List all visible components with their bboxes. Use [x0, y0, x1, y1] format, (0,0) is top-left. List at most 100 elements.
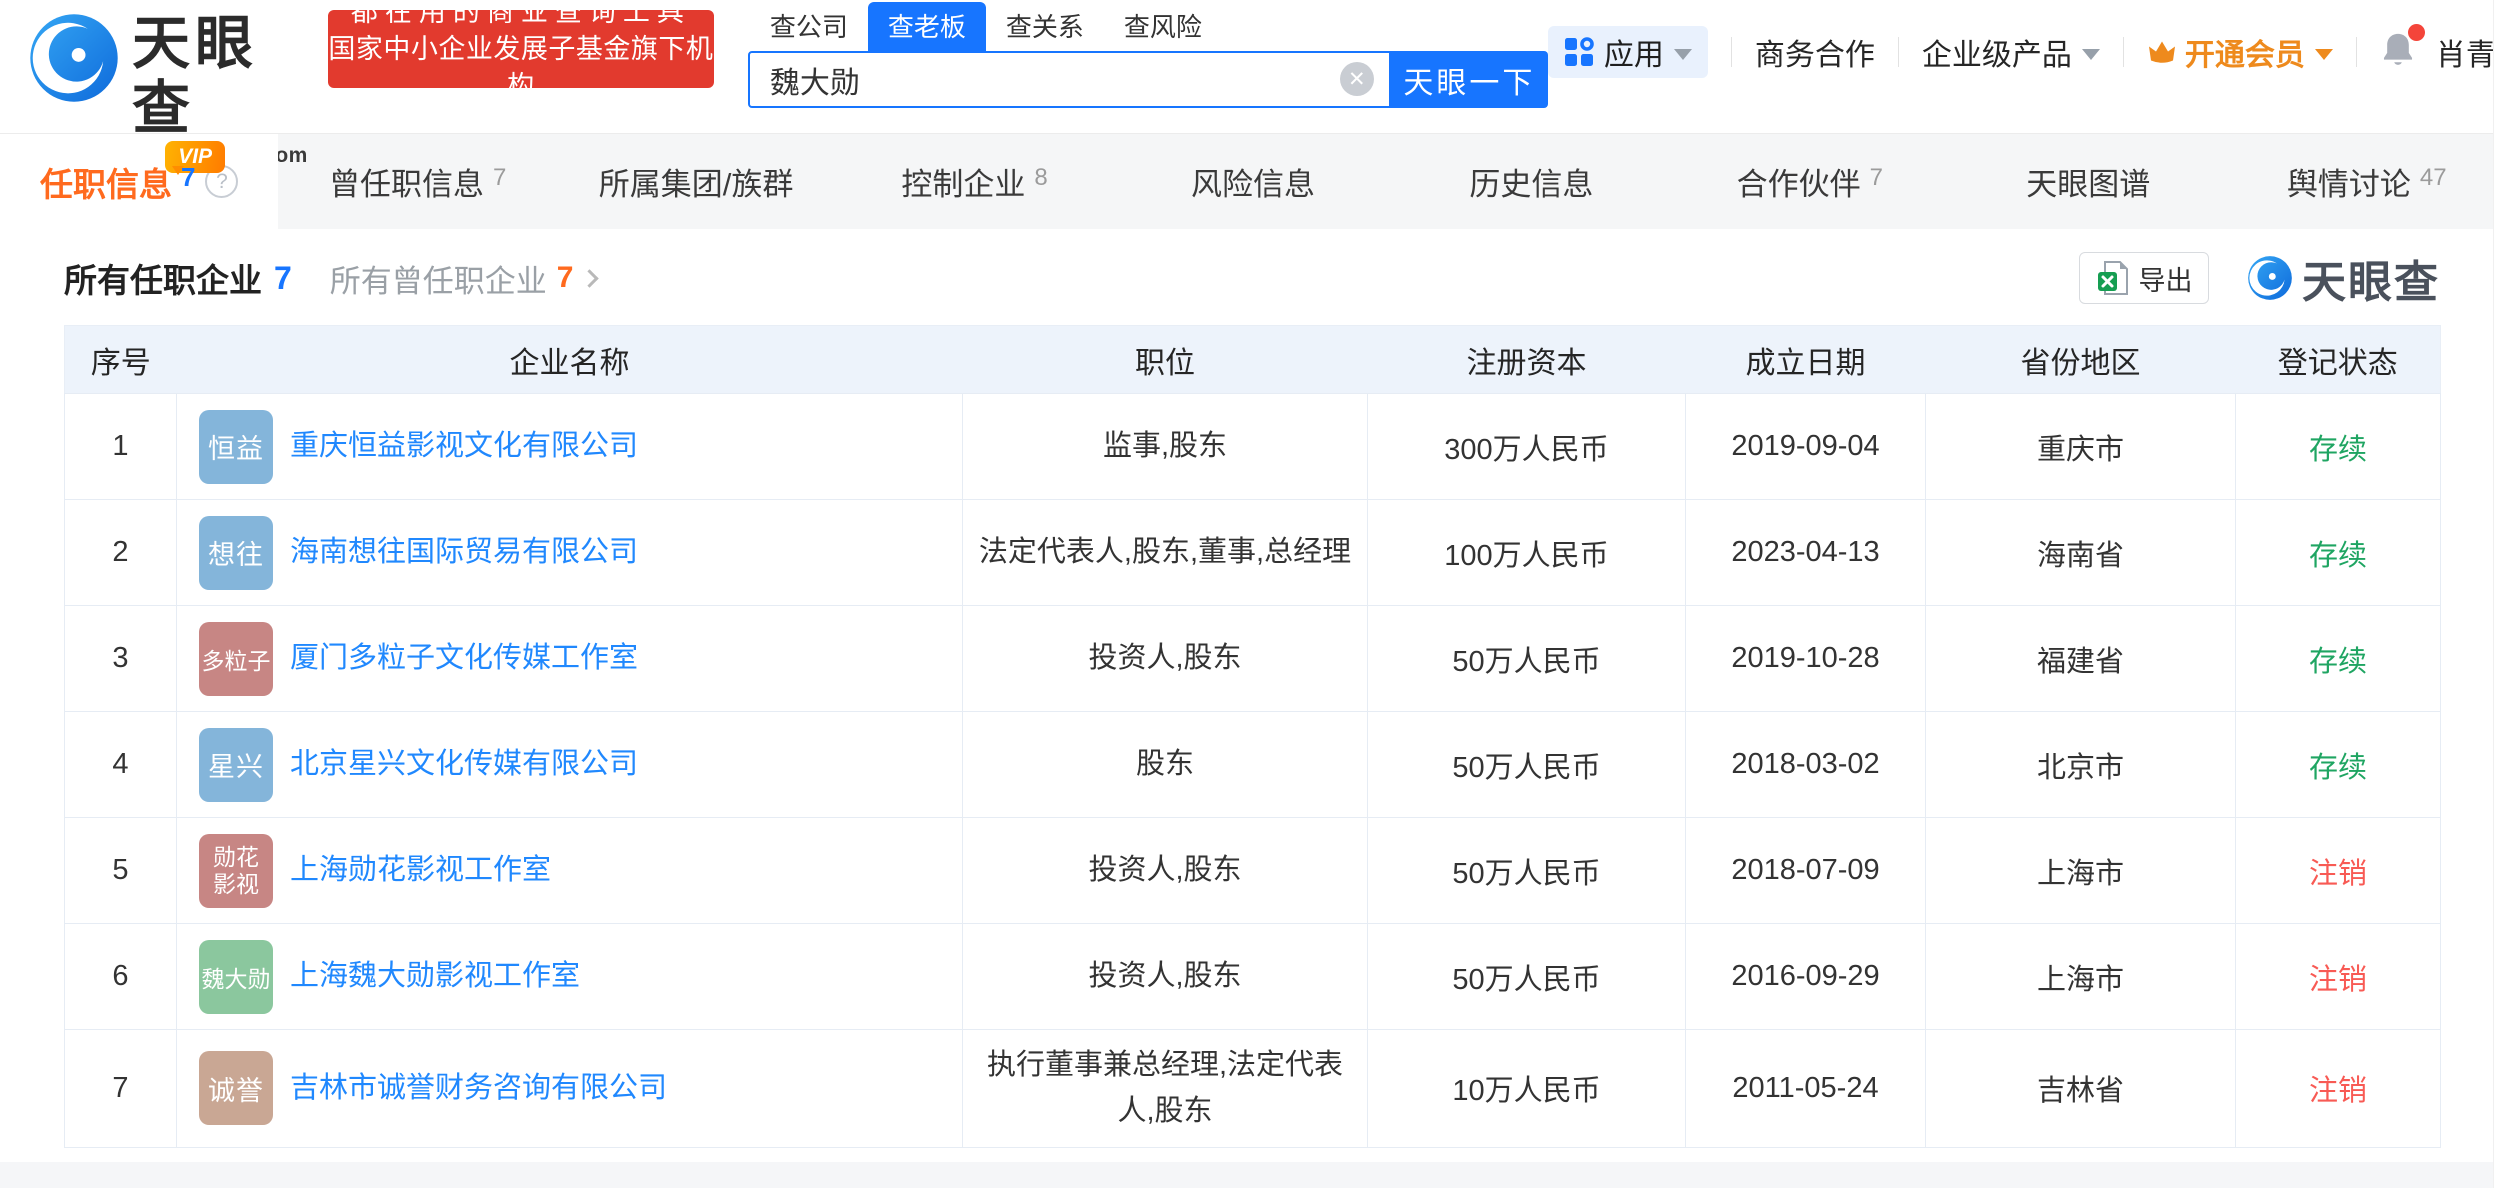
capital-cell: 50万人民币: [1368, 818, 1686, 924]
position-cell: 执行董事兼总经理,法定代表人,股东: [963, 1030, 1368, 1148]
table-row: 7 诚誉 吉林市诚誉财务咨询有限公司 执行董事兼总经理,法定代表人,股东 10万…: [65, 1030, 2441, 1148]
region-cell: 上海市: [1926, 924, 2236, 1030]
profile-tab[interactable]: 风险信息: [1114, 134, 1392, 229]
tab-label: 风险信息: [1191, 159, 1315, 204]
column-header-position: 职位: [963, 326, 1368, 394]
column-header-status: 登记状态: [2236, 326, 2441, 394]
tab-label: 合作伙伴: [1737, 159, 1861, 204]
company-avatar: 勋花影视: [199, 834, 273, 908]
company-link[interactable]: 吉林市诚誉财务咨询有限公司: [290, 1069, 667, 1108]
promo-banner-line1: 都在用的商业查询工具: [328, 0, 714, 31]
tab-label: 曾任职信息: [329, 159, 484, 204]
notification-dot: [2408, 24, 2425, 41]
capital-cell: 50万人民币: [1368, 606, 1686, 712]
tab-label: 所属集团/族群: [599, 159, 794, 204]
chevron-down-icon: [2315, 49, 2333, 60]
search-tab[interactable]: 查老板: [868, 2, 986, 51]
former-positions-link[interactable]: 所有曾任职企业 7: [330, 256, 597, 301]
row-index: 5: [65, 818, 177, 924]
profile-tab[interactable]: 历史信息: [1392, 134, 1670, 229]
region-cell: 福建省: [1926, 606, 2236, 712]
table-row: 1 恒益 重庆恒益影视文化有限公司 监事,股东 300万人民币 2019-09-…: [65, 394, 2441, 500]
crown-icon: [2147, 37, 2177, 67]
column-header-date: 成立日期: [1686, 326, 1926, 394]
menu-business-cooperation[interactable]: 商务合作: [1755, 30, 1875, 74]
page-bottom-strip: [0, 1162, 2506, 1188]
position-cell: 股东: [963, 712, 1368, 818]
notifications-bell-icon[interactable]: [2380, 31, 2416, 74]
profile-tab[interactable]: 曾任职信息 7: [278, 134, 556, 229]
table-row: 6 魏大勋 上海魏大勋影视工作室 投资人,股东 50万人民币 2016-09-2…: [65, 924, 2441, 1030]
divider: [2123, 37, 2124, 67]
company-link[interactable]: 上海魏大勋影视工作室: [290, 957, 580, 996]
clear-icon[interactable]: ✕: [1340, 62, 1374, 96]
positions-table: 序号 企业名称 职位 注册资本 成立日期 省份地区 登记状态 1 恒益 重庆恒益…: [64, 325, 2441, 1148]
row-index: 3: [65, 606, 177, 712]
logo-title: 天眼查: [132, 12, 308, 142]
company-avatar: 魏大勋: [199, 940, 273, 1014]
former-positions-count: 7: [557, 261, 574, 295]
apps-button[interactable]: 应用: [1548, 26, 1708, 78]
status-badge: 注销: [2236, 1030, 2441, 1148]
tab-count: 7: [1870, 164, 1883, 192]
company-link[interactable]: 海南想往国际贸易有限公司: [290, 533, 638, 572]
company-link[interactable]: 北京星兴文化传媒有限公司: [290, 745, 638, 784]
table-header-row: 序号 企业名称 职位 注册资本 成立日期 省份地区 登记状态: [65, 326, 2441, 394]
apps-grid-icon: [1564, 37, 1594, 67]
search-tab[interactable]: 查关系: [986, 2, 1104, 51]
export-label: 导出: [2139, 259, 2193, 298]
profile-tab[interactable]: 合作伙伴 7: [1671, 134, 1949, 229]
profile-tab[interactable]: VIP 任职信息 7 ?: [0, 134, 278, 229]
position-cell: 监事,股东: [963, 394, 1368, 500]
status-badge: 注销: [2236, 818, 2441, 924]
tab-label: 控制企业: [901, 159, 1025, 204]
column-header-company: 企业名称: [177, 326, 963, 394]
table-row: 2 想往 海南想往国际贸易有限公司 法定代表人,股东,董事,总经理 100万人民…: [65, 500, 2441, 606]
column-header-capital: 注册资本: [1368, 326, 1686, 394]
chevron-right-icon: [581, 269, 599, 287]
company-link[interactable]: 重庆恒益影视文化有限公司: [290, 427, 638, 466]
search-button[interactable]: 天眼一下: [1391, 51, 1548, 108]
profile-tab[interactable]: 所属集团/族群: [557, 134, 835, 229]
tab-count: 47: [2420, 164, 2447, 192]
top-menu: 应用 商务合作 企业级产品 开通会员 肖青羽: [1548, 26, 2506, 78]
promo-banner: 都在用的商业查询工具 国家中小企业发展子基金旗下机构: [328, 10, 714, 88]
company-avatar: 多粒子: [199, 622, 273, 696]
menu-enterprise-products[interactable]: 企业级产品: [1922, 30, 2100, 74]
search-tab[interactable]: 查风险: [1104, 2, 1222, 51]
tab-label: 任职信息: [40, 158, 172, 206]
chevron-down-icon: [2082, 49, 2100, 60]
scrollbar[interactable]: [2493, 0, 2506, 1188]
region-cell: 重庆市: [1926, 394, 2236, 500]
company-link[interactable]: 厦门多粒子文化传媒工作室: [290, 639, 638, 678]
row-index: 1: [65, 394, 177, 500]
search-tabs: 查公司 查老板 查关系 查风险: [750, 2, 1548, 51]
date-cell: 2011-05-24: [1686, 1030, 1926, 1148]
status-badge: 存续: [2236, 500, 2441, 606]
chevron-down-icon: [1674, 49, 1692, 60]
export-button[interactable]: 导出: [2079, 252, 2209, 304]
status-badge: 注销: [2236, 924, 2441, 1030]
divider: [1731, 37, 1732, 67]
table-row: 5 勋花影视 上海勋花影视工作室 投资人,股东 50万人民币 2018-07-0…: [65, 818, 2441, 924]
divider: [1898, 37, 1899, 67]
search-input-wrap: ✕: [748, 51, 1391, 108]
capital-cell: 300万人民币: [1368, 394, 1686, 500]
section-head: 所有任职企业 7 所有曾任职企业 7 导出: [64, 247, 2440, 309]
company-link[interactable]: 上海勋花影视工作室: [290, 851, 551, 890]
position-cell: 法定代表人,股东,董事,总经理: [963, 500, 1368, 606]
row-index: 4: [65, 712, 177, 818]
top-bar: 天眼查 TianYanCha.com 都在用的商业查询工具 国家中小企业发展子基…: [0, 0, 2506, 133]
row-index: 2: [65, 500, 177, 606]
row-index: 7: [65, 1030, 177, 1148]
profile-tab[interactable]: 舆情讨论 47: [2228, 134, 2506, 229]
profile-tab[interactable]: 控制企业 8: [835, 134, 1113, 229]
search-area: 查公司 查老板 查关系 查风险 ✕ 天眼一下: [748, 2, 1548, 108]
company-avatar: 想往: [199, 516, 273, 590]
search-tab[interactable]: 查公司: [750, 2, 868, 51]
open-membership-link[interactable]: 开通会员: [2147, 30, 2333, 74]
search-input[interactable]: [750, 53, 1389, 106]
tianyancha-logo-icon: [2247, 255, 2293, 301]
promo-banner-line2: 国家中小企业发展子基金旗下机构: [328, 31, 714, 105]
profile-tab[interactable]: 天眼图谱: [1949, 134, 2227, 229]
